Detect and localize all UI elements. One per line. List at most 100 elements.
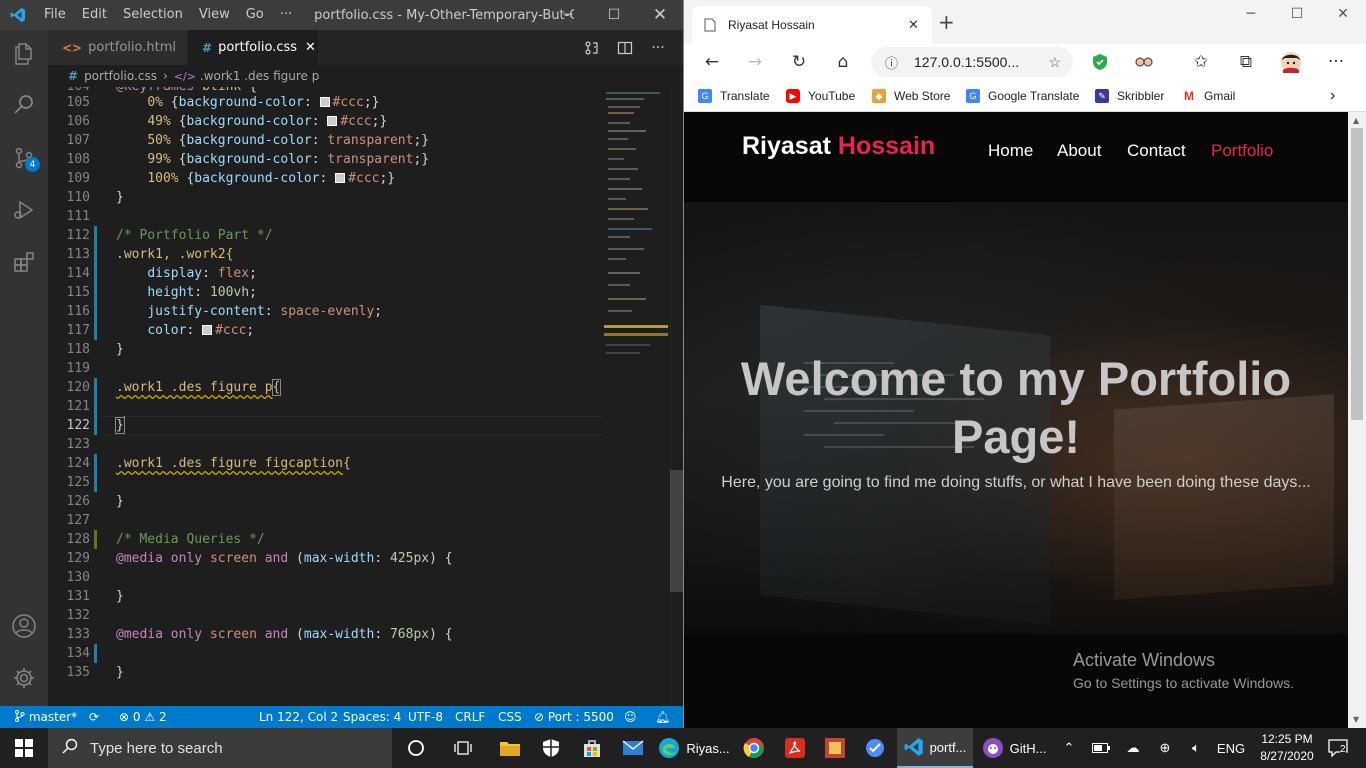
nav-contact[interactable]: Contact xyxy=(1127,141,1186,161)
back-icon[interactable]: ← xyxy=(698,48,726,76)
extensions-icon[interactable] xyxy=(0,238,48,286)
menu-view[interactable]: View xyxy=(191,0,238,30)
profile-avatar[interactable] xyxy=(1277,48,1305,76)
todo-check-icon[interactable] xyxy=(856,728,894,768)
line-ending[interactable]: CRLF xyxy=(455,706,485,728)
favorites-icon[interactable]: ✩ xyxy=(1187,48,1215,76)
show-hidden-icons[interactable]: ⌃ xyxy=(1058,728,1080,768)
site-logo[interactable]: Riyasat Hossain xyxy=(742,132,935,161)
refresh-icon[interactable]: ↻ xyxy=(785,48,813,76)
new-tab-icon[interactable]: + xyxy=(938,10,955,34)
home-icon[interactable]: ⌂ xyxy=(829,48,857,76)
language-indicator[interactable]: ENG xyxy=(1215,728,1247,768)
microsoft-store-icon[interactable] xyxy=(572,728,612,768)
encoding[interactable]: UTF-8 xyxy=(408,706,443,728)
more-actions-icon[interactable]: ··· xyxy=(642,30,674,65)
notification-center-icon[interactable]: 2 xyxy=(1322,728,1354,768)
extension-glasses-icon[interactable] xyxy=(1130,48,1158,76)
problems-status[interactable]: ⊗ 0 ⚠ 2 xyxy=(119,706,167,728)
scroll-down-icon[interactable]: ▼ xyxy=(1353,715,1359,724)
code-editor[interactable]: 104 @keyframes blink { 105 0% {backgroun… xyxy=(48,87,670,706)
language-mode[interactable]: CSS xyxy=(498,706,522,728)
nav-about[interactable]: About xyxy=(1057,141,1101,161)
file-explorer-icon[interactable] xyxy=(490,728,530,768)
bookmark-google-translate[interactable]: G Google Translate xyxy=(966,85,1079,107)
minimize-icon[interactable]: ─ xyxy=(545,0,591,30)
settings-gear-icon[interactable] xyxy=(0,654,48,702)
bookmark-translate[interactable]: G Translate xyxy=(698,85,770,107)
photo-app-icon[interactable] xyxy=(816,728,854,768)
bookmark-youtube[interactable]: ▶ YouTube xyxy=(786,85,855,107)
search-icon[interactable] xyxy=(0,80,48,128)
editor-scrollbar[interactable] xyxy=(670,87,683,706)
line-number: 126 xyxy=(66,494,90,509)
editor-tabs: <> portfolio.html # portfolio.css ✕ ··· xyxy=(48,30,683,65)
windows-start-icon[interactable] xyxy=(0,728,48,768)
nav-home[interactable]: Home xyxy=(988,141,1033,161)
close-icon[interactable]: ✕ xyxy=(1320,6,1366,26)
network-globe-icon[interactable]: ⊕ xyxy=(1154,728,1176,768)
volume-icon[interactable]: 🔈︎ xyxy=(1185,728,1207,768)
editor-scrollbar-thumb[interactable] xyxy=(670,470,683,592)
tab-close-icon[interactable]: ✕ xyxy=(305,40,316,55)
info-icon[interactable]: ⓘ xyxy=(885,53,898,72)
cursor-position[interactable]: Ln 122, Col 2 xyxy=(259,706,338,728)
menu-edit[interactable]: Edit xyxy=(74,0,115,30)
acrobat-icon[interactable] xyxy=(776,728,814,768)
cloud-sync-icon[interactable]: ☁ xyxy=(1122,728,1144,768)
shield-extension-icon[interactable] xyxy=(1086,48,1114,76)
chrome-icon[interactable] xyxy=(735,728,773,768)
favorite-star-icon[interactable]: ☆ xyxy=(1048,54,1061,71)
code-line: } xyxy=(115,416,125,434)
maximize-icon[interactable]: ☐ xyxy=(1274,6,1320,26)
breadcrumb-symbol[interactable]: .work1 .des figure p xyxy=(200,69,319,83)
scroll-up-icon[interactable]: ▲ xyxy=(1353,116,1359,125)
breadcrumb-file[interactable]: portfolio.css xyxy=(84,69,157,83)
address-bar[interactable]: ⓘ 127.0.0.1:5500... ☆ xyxy=(871,47,1073,77)
feedback-icon[interactable]: ☺ xyxy=(624,706,637,728)
browser-tab[interactable]: Riyasat Hossain ✕ xyxy=(692,6,932,44)
explorer-icon[interactable] xyxy=(0,30,48,78)
windows-security-icon[interactable] xyxy=(531,728,571,768)
menu-go[interactable]: Go xyxy=(238,0,272,30)
close-icon[interactable]: ✕ xyxy=(637,0,683,30)
tab-portfolio-html[interactable]: <> portfolio.html xyxy=(48,30,187,65)
task-view-icon[interactable] xyxy=(443,728,483,768)
watermark-line-1: Activate Windows xyxy=(1073,650,1216,670)
chevron-right-icon[interactable]: › xyxy=(1330,85,1335,107)
bookmark-gmail[interactable]: M Gmail xyxy=(1182,85,1235,107)
menu-selection[interactable]: Selection xyxy=(115,0,191,30)
maximize-icon[interactable]: ☐ xyxy=(591,0,637,30)
settings-more-icon[interactable]: ··· xyxy=(1322,48,1350,76)
bell-icon[interactable]: 🔔︎ xyxy=(655,706,670,728)
nav-portfolio[interactable]: Portfolio xyxy=(1211,141,1273,161)
battery-icon[interactable] xyxy=(1090,728,1112,768)
mail-icon[interactable] xyxy=(613,728,653,768)
bookmark-web-store[interactable]: ◆ Web Store xyxy=(872,85,950,107)
menu-more[interactable]: ··· xyxy=(272,0,300,30)
minimize-icon[interactable]: ─ xyxy=(1228,6,1274,26)
taskbar-app-vscode[interactable]: portf... xyxy=(897,728,973,768)
taskbar-search-input[interactable]: Type here to search xyxy=(48,728,392,768)
source-control-icon[interactable]: 4 xyxy=(0,134,48,182)
indentation[interactable]: Spaces: 4 xyxy=(343,706,401,728)
taskbar-app-edge[interactable]: Riyas... xyxy=(655,728,733,768)
forward-icon[interactable]: → xyxy=(741,48,769,76)
split-editor-icon[interactable] xyxy=(609,30,641,65)
account-icon[interactable] xyxy=(0,602,48,650)
open-changes-icon[interactable] xyxy=(576,30,608,65)
page-scrollbar-thumb[interactable] xyxy=(1351,128,1363,420)
clock[interactable]: 12:25 PM 8/27/2020 xyxy=(1255,731,1319,765)
branch-status[interactable]: master* xyxy=(14,706,77,728)
live-server-status[interactable]: ⊘ Port : 5500 xyxy=(534,706,614,728)
sync-icon[interactable]: ⟳ xyxy=(89,706,99,728)
menu-file[interactable]: File xyxy=(36,0,74,30)
cortana-icon[interactable] xyxy=(396,728,436,768)
tab-close-icon[interactable]: ✕ xyxy=(908,17,919,33)
run-debug-icon[interactable] xyxy=(0,186,48,234)
collections-icon[interactable]: ⧉ xyxy=(1232,48,1260,76)
bookmark-skribbler[interactable]: ✎ Skribbler xyxy=(1095,85,1164,107)
taskbar-app-github-desktop[interactable]: GitH... xyxy=(975,728,1053,768)
tab-portfolio-css[interactable]: # portfolio.css ✕ xyxy=(188,30,318,65)
minimap[interactable] xyxy=(600,87,670,377)
